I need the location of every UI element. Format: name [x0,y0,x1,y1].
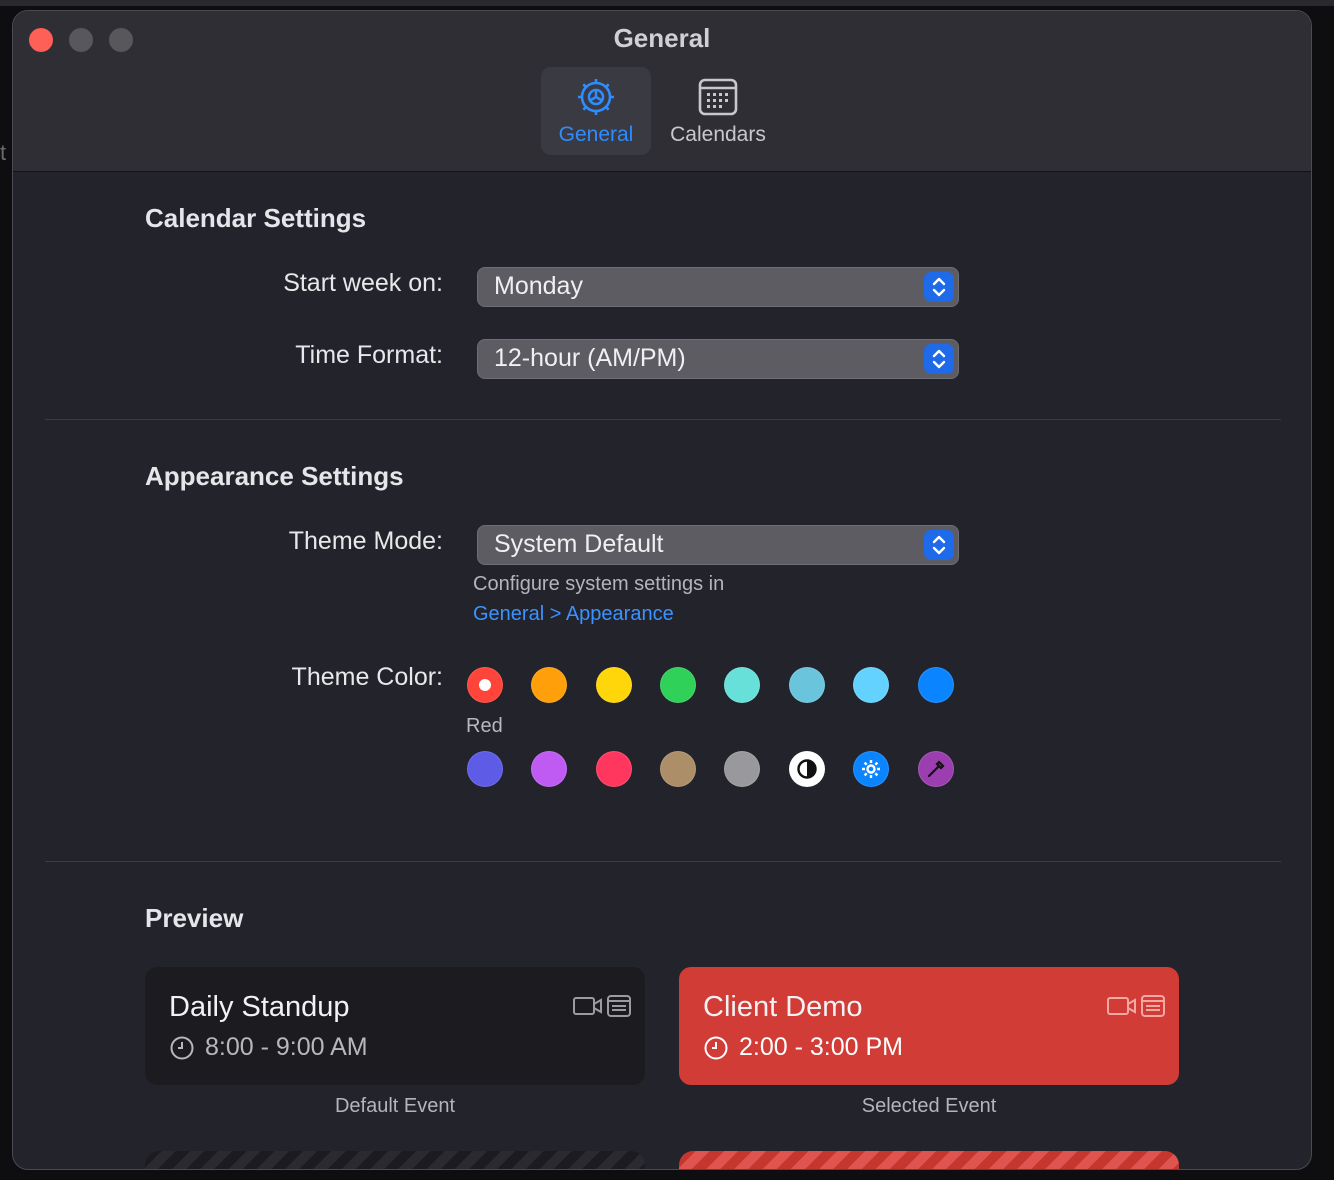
color-swatch-gray[interactable] [724,751,760,787]
event-title: Client Demo [703,991,863,1023]
tab-calendars-label: Calendars [670,123,766,146]
theme-mode-value: System Default [494,530,664,558]
color-swatch-teal[interactable] [789,667,825,703]
theme-mode-select[interactable]: System Default [477,525,959,565]
tab-calendars[interactable]: Calendars [659,67,777,155]
select-stepper-icon [924,272,954,302]
color-swatch-blue[interactable] [918,667,954,703]
selected-event-caption: Selected Event [861,1095,997,1117]
start-week-select[interactable]: Monday [477,267,959,307]
color-swatch-pink[interactable] [596,751,632,787]
gear-icon [860,758,882,780]
theme-mode-label: Theme Mode: [288,527,443,555]
default-event-caption: Default Event [334,1095,456,1117]
selected-indicator [479,679,491,691]
select-stepper-icon [924,344,954,374]
contrast-icon [795,757,819,781]
selected-event-tentative-preview [679,1151,1179,1169]
theme-color-label: Theme Color: [291,663,443,691]
section-divider [45,419,1281,420]
color-swatch-mint[interactable] [724,667,760,703]
video-camera-icon [573,995,603,1022]
color-swatch-brown[interactable] [660,751,696,787]
appearance-settings-link[interactable]: General > Appearance [473,603,674,626]
color-swatch-system[interactable] [853,751,889,787]
gear-icon [574,77,618,117]
video-camera-icon [1107,995,1137,1022]
clock-icon [703,1035,729,1066]
selected-color-name: Red [466,715,503,737]
settings-window: General General Calendars Calendar Setti… [12,10,1312,1170]
start-week-value: Monday [494,272,583,300]
section-divider [45,861,1281,862]
notes-icon [1141,995,1165,1022]
desktop-top-edge [0,0,1334,6]
tab-general-label: General [558,123,634,146]
select-stepper-icon [924,530,954,560]
notes-icon [607,995,631,1022]
calendar-icon [697,77,739,117]
color-swatch-purple[interactable] [531,751,567,787]
event-time: 2:00 - 3:00 PM [739,1033,903,1061]
color-swatch-red[interactable] [467,667,503,703]
color-swatch-cyan[interactable] [853,667,889,703]
time-format-value: 12-hour (AM/PM) [494,344,686,372]
default-event-tentative-preview [145,1151,645,1169]
color-swatch-orange[interactable] [531,667,567,703]
color-swatch-custom[interactable] [918,751,954,787]
desktop-background-text: t [0,140,7,165]
time-format-select[interactable]: 12-hour (AM/PM) [477,339,959,379]
selected-event-card: Client Demo 2:00 - 3:00 PM [679,967,1179,1085]
tab-general[interactable]: General [541,67,651,155]
color-swatch-indigo[interactable] [467,751,503,787]
color-swatch-yellow[interactable] [596,667,632,703]
window-title: General [613,23,711,53]
time-format-label: Time Format: [295,341,443,369]
theme-mode-hint: Configure system settings in [473,573,725,595]
event-title: Daily Standup [169,991,350,1023]
event-time: 8:00 - 9:00 AM [205,1033,368,1061]
color-swatch-green[interactable] [660,667,696,703]
titlebar: General General Calendars [13,11,1311,172]
clock-icon [169,1035,195,1066]
default-event-card: Daily Standup 8:00 - 9:00 AM [145,967,645,1085]
start-week-label: Start week on: [283,269,443,297]
preview-heading: Preview [145,903,244,933]
appearance-settings-heading: Appearance Settings [145,461,404,491]
eyedropper-icon [925,758,947,780]
calendar-settings-heading: Calendar Settings [145,203,367,233]
color-swatch-contrast[interactable] [789,751,825,787]
